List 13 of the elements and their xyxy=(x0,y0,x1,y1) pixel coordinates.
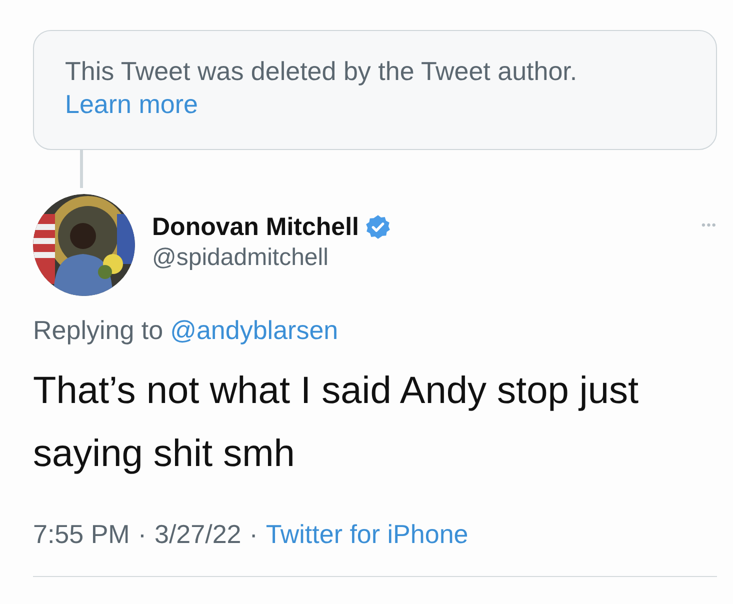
learn-more-link[interactable]: Learn more xyxy=(65,88,198,121)
source-link[interactable]: Twitter for iPhone xyxy=(266,518,468,550)
separator-dot: · xyxy=(138,518,146,550)
timestamp-text: 3/27/22 xyxy=(154,518,242,550)
tweet-text: That’s not what I said Andy stop just saying shit smh xyxy=(33,369,640,477)
replying-to-label: Replying to xyxy=(33,314,164,346)
author-name[interactable]: Donovan Mitchell xyxy=(152,212,359,242)
author-handle[interactable]: @spidadmitchell xyxy=(152,242,328,274)
more-options-icon[interactable]: ••• xyxy=(701,218,717,232)
separator-dot: · xyxy=(249,518,258,550)
notice-text: This Tweet was deleted by the Tweet author. xyxy=(65,55,578,88)
timestamp-text: 7:55 PM xyxy=(33,518,130,550)
reply-target-link[interactable]: @andyblarsen xyxy=(170,314,338,346)
